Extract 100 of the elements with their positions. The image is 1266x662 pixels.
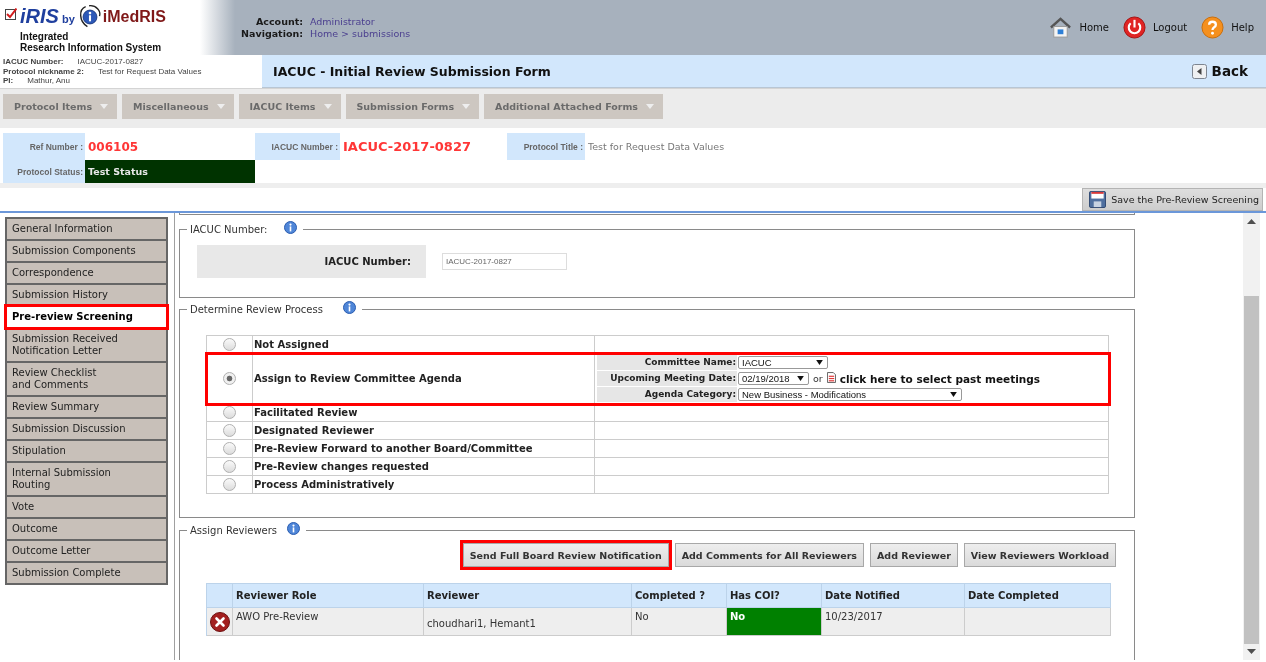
sidebar-item[interactable]: Submission History	[7, 285, 166, 305]
status-badge: Test Status	[85, 160, 255, 183]
table-cell: No	[727, 608, 822, 636]
dropdown[interactable]: 02/19/2018	[738, 372, 809, 385]
sidebar-item[interactable]: Pre-review Screening	[7, 307, 166, 327]
table-cell: AWO Pre-Review	[233, 608, 424, 636]
section-title: IACUC Number:	[190, 224, 268, 235]
arrow-left-icon	[1191, 63, 1207, 79]
radio-button[interactable]	[223, 406, 236, 419]
summary-value: Mathur, Anu	[27, 76, 70, 86]
help-icon	[1201, 16, 1225, 39]
section-title: Determine Review Process	[190, 304, 323, 315]
caret-icon	[323, 104, 332, 109]
column-header: Has COI?	[727, 584, 822, 608]
summary-value: Test for Request Data Values	[97, 66, 202, 76]
logo-text: by	[61, 12, 75, 25]
iacuc-number: IACUC-2017-0827	[342, 138, 472, 156]
caret-down-icon[interactable]	[1247, 649, 1256, 654]
scrollbar[interactable]	[1243, 213, 1260, 660]
action-button[interactable]: Add Reviewer	[870, 543, 958, 567]
summary-value: IACUC-2017-0827	[77, 57, 144, 67]
checkbox-logo-icon	[5, 8, 17, 20]
radio-button[interactable]	[223, 424, 236, 437]
table-cell: No	[632, 608, 727, 636]
sidebar-item[interactable]: Review Checklist and Comments	[7, 363, 166, 395]
field-label: Agenda Category:	[597, 387, 737, 402]
radio-button[interactable]	[223, 460, 236, 473]
text-field[interactable]: IACUC-2017-0827	[442, 253, 567, 270]
caret-icon	[462, 104, 471, 109]
radio-button[interactable]	[223, 442, 236, 455]
column-header: Completed ?	[632, 584, 727, 608]
caret-icon	[100, 104, 109, 109]
logo-text: iMedRIS	[102, 7, 166, 26]
caret-icon	[216, 104, 225, 109]
option-label: Process Administratively	[253, 479, 395, 490]
info-icon[interactable]	[287, 522, 301, 535]
option-label: Assign to Review Committee Agenda	[253, 373, 462, 384]
sidebar-item[interactable]: Review Summary	[7, 397, 166, 417]
summary-label: IACUC Number:	[3, 57, 64, 67]
help-link[interactable]: Help	[1201, 16, 1254, 39]
field-label: IACUC Number:	[197, 245, 426, 278]
sidebar-item[interactable]: Correspondence	[7, 263, 166, 283]
logout-link[interactable]: Logout	[1122, 16, 1188, 39]
sidebar-item[interactable]: Submission Received Notification Letter	[7, 329, 166, 361]
or-text: or	[813, 373, 823, 384]
caret-up-icon[interactable]	[1247, 219, 1256, 224]
column-header: Reviewer	[424, 584, 632, 608]
action-button[interactable]: Send Full Board Review Notification	[462, 543, 669, 567]
caret-icon	[950, 392, 957, 397]
navigation-label: Navigation:	[240, 28, 303, 39]
sidebar-item[interactable]: Outcome	[7, 519, 166, 539]
column-header: Date Notified	[822, 584, 965, 608]
scroll-thumb[interactable]	[1244, 296, 1259, 644]
option-label: Not Assigned	[253, 339, 329, 350]
radio-button[interactable]	[223, 338, 236, 351]
sidebar-item[interactable]: Submission Components	[7, 241, 166, 261]
field-label: Upcoming Meeting Date:	[597, 371, 737, 386]
radio-button[interactable]	[223, 478, 236, 491]
sidebar-item[interactable]: Submission Discussion	[7, 419, 166, 439]
table-cell: 10/23/2017	[822, 608, 965, 636]
option-label: Facilitated Review	[253, 407, 358, 418]
save-button[interactable]: Save the Pre-Review Screening	[1082, 188, 1263, 211]
field-label: Committee Name:	[597, 355, 737, 370]
section-title: Assign Reviewers	[190, 525, 278, 536]
logo-text: iRIS	[20, 5, 59, 28]
sidebar-item[interactable]: Outcome Letter	[7, 541, 166, 561]
home-link[interactable]: Home	[1049, 16, 1109, 39]
delete-icon[interactable]	[209, 611, 230, 632]
table-cell: choudhari1, Hemant1	[424, 608, 632, 636]
info-icon[interactable]	[342, 301, 356, 314]
sidebar-item[interactable]: Stipulation	[7, 441, 166, 461]
dropdown[interactable]: New Business - Modifications	[738, 388, 962, 401]
account-name: Administrator	[310, 16, 376, 27]
logo-tagline: Research Information System	[19, 42, 162, 53]
info-icon[interactable]	[284, 221, 298, 234]
sidebar-item[interactable]: General Information	[7, 219, 166, 239]
info-label: Protocol Status:	[3, 160, 85, 183]
summary-label: Protocol nickname 2:	[3, 66, 84, 76]
document-icon	[826, 371, 836, 383]
ref-number: 006105	[87, 138, 140, 156]
option-label: Pre-Review changes requested	[253, 461, 429, 472]
option-label: Pre-Review Forward to another Board/Committee	[253, 443, 533, 454]
action-button[interactable]: Add Comments for All Reviewers	[674, 543, 864, 567]
summary-label: PI:	[3, 76, 14, 86]
logo-tagline: Integrated	[19, 31, 69, 42]
action-button[interactable]: View Reviewers Workload	[963, 543, 1116, 567]
radio-button[interactable]	[223, 372, 236, 385]
past-meetings-link[interactable]: click here to select past meetings	[839, 372, 1040, 385]
sidebar-item[interactable]: Vote	[7, 497, 166, 517]
back-button[interactable]: Back	[1191, 63, 1248, 79]
account-label: Account:	[255, 16, 303, 27]
info-label: IACUC Number :	[255, 133, 340, 160]
column-header: Reviewer Role	[233, 584, 424, 608]
dropdown[interactable]: IACUC	[738, 356, 828, 369]
page-title: IACUC - Initial Review Submission Form	[273, 63, 551, 79]
info-label: Ref Number :	[3, 133, 85, 160]
protocol-title: Test for Request Data Values	[587, 140, 726, 154]
breadcrumb-link[interactable]: Home > submissions	[310, 28, 411, 39]
sidebar-item[interactable]: Internal Submission Routing	[7, 463, 166, 495]
sidebar-item[interactable]: Submission Complete	[7, 563, 166, 583]
